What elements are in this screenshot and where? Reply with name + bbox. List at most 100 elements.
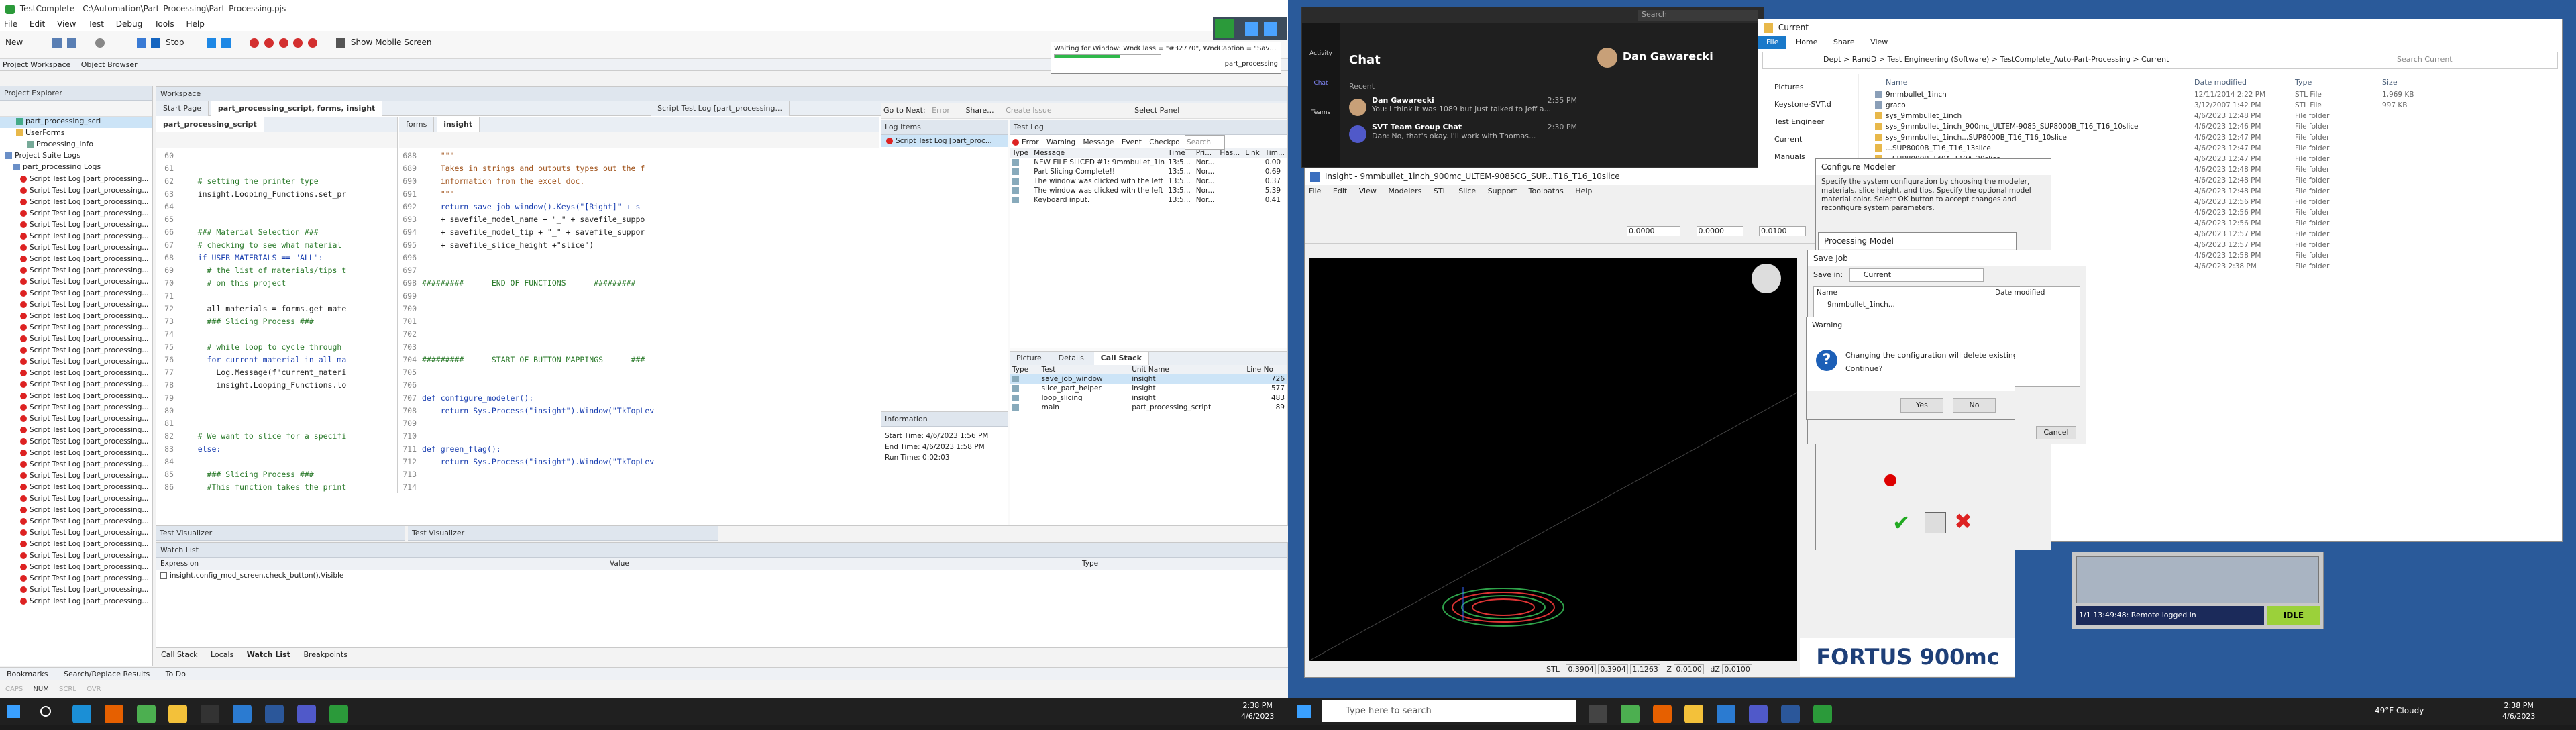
ribbon-view[interactable]: View — [1870, 38, 1888, 46]
menu-view[interactable]: View — [57, 19, 76, 29]
list-item[interactable]: Dan Gawarecki 2:35 PM You: I think it was … — [1342, 96, 1584, 123]
testcomplete-tray-icon[interactable] — [1215, 19, 1234, 38]
log-list-item[interactable]: Script Test Log [part_processing... — [0, 448, 152, 459]
tab-call-stack-bottom[interactable]: Call Stack — [161, 650, 197, 659]
firefox-icon[interactable] — [104, 705, 123, 723]
insight-menu-slice[interactable]: Slice — [1458, 187, 1476, 195]
watch-row[interactable]: insight.config_mod_screen.check_button()… — [156, 570, 1287, 582]
firefox-icon[interactable] — [1652, 705, 1672, 723]
nav-item[interactable]: Keystone-SVT.d — [1774, 96, 1858, 113]
stop-icon[interactable] — [151, 38, 161, 48]
list-item[interactable]: 9mmbullet_1inch 12/11/2014 2:22 PM STL Fil… — [1872, 89, 2557, 100]
no-button[interactable]: No — [1953, 398, 1996, 413]
log-list-item[interactable]: Script Test Log [part_processing... — [0, 425, 152, 436]
log-list-item[interactable]: Script Test Log [part_processing... — [0, 288, 152, 299]
log-item[interactable]: Script Test Log [part_proc... — [881, 135, 1008, 147]
menu-test[interactable]: Test — [88, 19, 104, 29]
log-list-item[interactable]: Script Test Log [part_processing... — [0, 459, 152, 470]
address-bar[interactable]: Dept > RandD > Test Engineering (Softwar… — [1762, 52, 2558, 69]
log-list-item[interactable]: Script Test Log [part_processing... — [0, 596, 152, 607]
insight-menu-support[interactable]: Support — [1488, 187, 1517, 195]
log-list-item[interactable]: Script Test Log [part_processing... — [0, 390, 152, 402]
bug2-icon[interactable] — [264, 38, 274, 48]
list-item[interactable]: sys_9mmbullet_1inch_900mc_ULTEM-9085_SUP… — [1872, 121, 2557, 132]
ribbon-home[interactable]: Home — [1796, 38, 1817, 46]
ribbon-file[interactable]: File — [1758, 36, 1787, 49]
nav-item[interactable]: Pictures — [1774, 79, 1858, 96]
chrome-icon[interactable] — [1620, 705, 1640, 723]
log-list-item[interactable]: Script Test Log [part_processing... — [0, 482, 152, 493]
pause-icon[interactable] — [1244, 22, 1258, 36]
code-area[interactable]: 60 61 62 # setting the printer type 63 insi… — [156, 148, 397, 493]
log-list-item[interactable]: Script Test Log [part_processing... — [0, 345, 152, 356]
tree-item[interactable]: part_processing Logs — [0, 162, 152, 174]
save-all-icon[interactable] — [66, 38, 76, 48]
log-list-item[interactable]: Script Test Log [part_processing... — [0, 197, 152, 208]
code-area[interactable]: 688 """ 689 Takes in strings and outputs … — [399, 148, 879, 493]
mobile-icon[interactable] — [336, 38, 346, 48]
tab-details[interactable]: Details — [1051, 352, 1091, 365]
edge-icon[interactable] — [72, 705, 91, 723]
chrome-icon[interactable] — [136, 705, 156, 723]
tab-watch-list[interactable]: Watch List — [247, 650, 290, 659]
log-list-item[interactable]: Script Test Log [part_processing... — [0, 322, 152, 333]
list-item[interactable]: sys_9mmbullet_1inch 4/6/2023 12:48 PM File… — [1872, 111, 2557, 121]
save-job-file[interactable]: 9mmbullet_1inch... — [1827, 301, 1895, 309]
ribbon-share[interactable]: Share — [1833, 38, 1855, 46]
table-row[interactable]: The window was clicked with the left mou… — [1010, 186, 1287, 195]
start-button-icon[interactable] — [1297, 705, 1311, 718]
bug4-icon[interactable] — [293, 38, 303, 48]
weather-widget[interactable]: 49°F Cloudy — [2375, 706, 2424, 715]
log-list-item[interactable]: Script Test Log [part_processing... — [0, 584, 152, 596]
log-list-item[interactable]: Script Test Log [part_processing... — [0, 311, 152, 322]
nav-item[interactable]: Test Engineer — [1774, 113, 1858, 131]
log-list-item[interactable]: Script Test Log [part_processing... — [0, 573, 152, 584]
pause-icon[interactable] — [207, 38, 217, 48]
rail-chat[interactable]: Chat — [1302, 80, 1340, 87]
explorer-search-input[interactable]: Search Current — [2383, 52, 2557, 67]
menu-tools[interactable]: Tools — [154, 19, 174, 29]
word-icon[interactable] — [264, 705, 284, 723]
log-list-item[interactable]: Script Test Log [part_processing... — [0, 436, 152, 448]
options-icon[interactable] — [1925, 512, 1946, 533]
log-list-item[interactable]: Script Test Log [part_processing... — [0, 242, 152, 254]
log-list-item[interactable]: Script Test Log [part_processing... — [0, 219, 152, 231]
rail-teams[interactable]: Teams — [1302, 109, 1340, 116]
log-list-item[interactable]: Script Test Log [part_processing... — [0, 231, 152, 242]
insight-menu-view[interactable]: View — [1359, 187, 1377, 195]
tree-item[interactable]: Project Suite Logs — [0, 151, 152, 162]
checkpoint-filter[interactable]: Checkpo — [1149, 138, 1179, 146]
list-item[interactable]: SVT Team Group Chat 2:30 PM Dan: No, that'… — [1342, 123, 1584, 150]
tab-editor1[interactable]: part_processing_script — [156, 117, 264, 132]
teams-icon[interactable] — [297, 705, 316, 723]
log-list-item[interactable]: Script Test Log [part_processing... — [0, 402, 152, 413]
tab-locals[interactable]: Locals — [211, 650, 233, 659]
menu-help[interactable]: Help — [186, 19, 204, 29]
vscode-icon[interactable] — [1717, 705, 1736, 723]
log-list-item[interactable]: Script Test Log [part_processing... — [0, 550, 152, 562]
tree-item[interactable]: part_processing_scri — [0, 117, 152, 128]
create-issue-button[interactable]: Create Issue — [1006, 106, 1052, 115]
menu-file[interactable]: File — [4, 19, 17, 29]
error-filter-icon[interactable] — [1012, 139, 1019, 146]
table-row[interactable]: Part Slicing Complete!! 13:5... Nor... 0.69 — [1010, 167, 1287, 176]
word-icon[interactable] — [1780, 705, 1800, 723]
table-row[interactable]: The window was clicked with the left mou… — [1010, 176, 1287, 186]
log-list-item[interactable]: Script Test Log [part_processing... — [0, 516, 152, 527]
task-view-icon[interactable] — [1589, 705, 1607, 723]
save-in-dropdown[interactable]: Current — [1849, 268, 1984, 282]
list-item[interactable]: ...SUP8000B_T16_T16_13slice 4/6/2023 12:4… — [1872, 143, 2557, 154]
test-visualizer-1[interactable]: Test Visualizer — [156, 526, 405, 541]
menu-debug[interactable]: Debug — [116, 19, 142, 29]
log-list-item[interactable]: Script Test Log [part_processing... — [0, 333, 152, 345]
table-row[interactable]: NEW FILE SLICED #1: 9mmbullet_1inch_900m… — [1010, 158, 1287, 167]
start-button-icon[interactable] — [7, 705, 20, 718]
table-row[interactable]: main part_processing_script 89 — [1010, 403, 1287, 412]
field-z[interactable]: 0.0100 — [1759, 226, 1806, 236]
bug-icon[interactable] — [249, 38, 259, 48]
insight-viewport[interactable] — [1308, 258, 1798, 662]
yes-button[interactable]: Yes — [1900, 398, 1943, 413]
show-mobile-screen-button[interactable]: Show Mobile Screen — [351, 38, 432, 47]
bug5-icon[interactable] — [308, 38, 318, 48]
tree-item[interactable]: UserForms — [0, 128, 152, 140]
